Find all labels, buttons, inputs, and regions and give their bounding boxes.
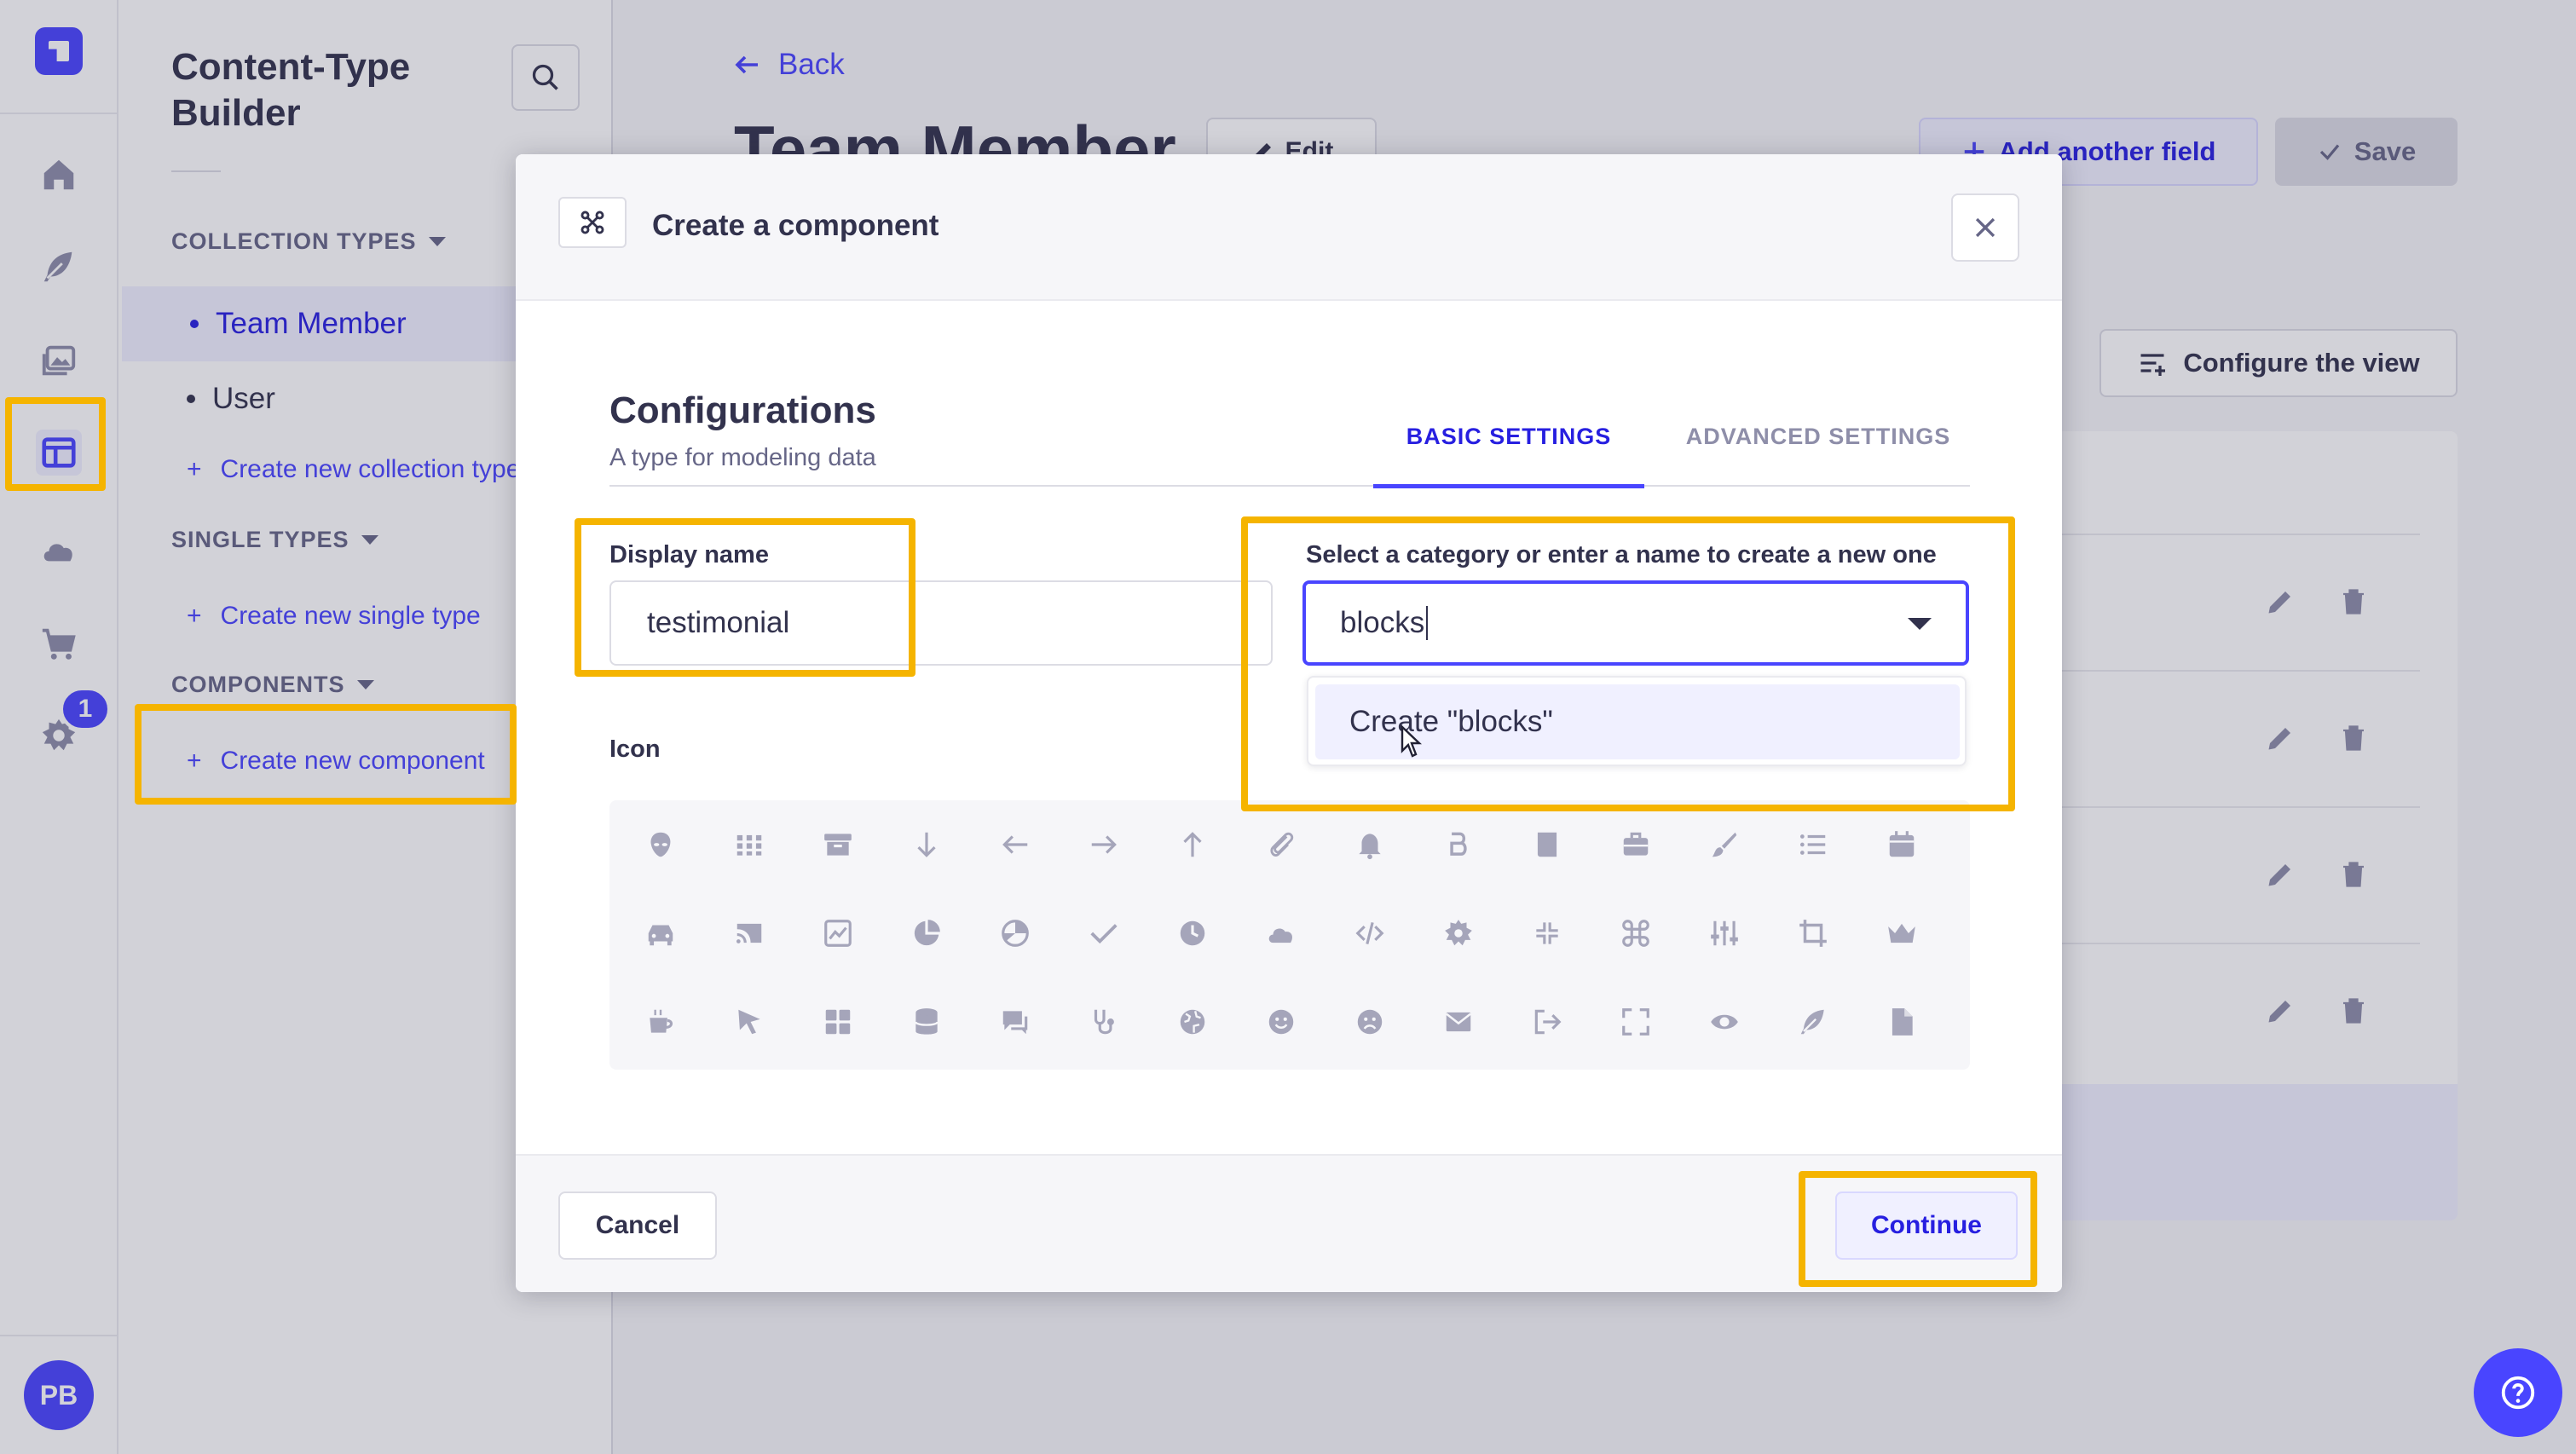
- display-name-value: testimonial: [647, 606, 790, 639]
- archive-icon[interactable]: [812, 819, 863, 870]
- clock-icon[interactable]: [1167, 908, 1218, 959]
- cog-icon[interactable]: [1433, 908, 1484, 959]
- arrow-right-icon[interactable]: [1078, 819, 1129, 870]
- component-icon: [558, 197, 627, 248]
- mouse-pointer-icon: [1401, 725, 1423, 758]
- category-value: blocks: [1340, 606, 1425, 639]
- display-name-label: Display name: [609, 541, 769, 568]
- modal-header: Create a component: [516, 154, 2062, 301]
- cancel-button[interactable]: Cancel: [558, 1191, 717, 1260]
- text-cursor: [1426, 606, 1429, 640]
- code-icon[interactable]: [1344, 908, 1395, 959]
- file-icon[interactable]: [1876, 996, 1927, 1047]
- crop-icon[interactable]: [1788, 908, 1839, 959]
- close-modal-button[interactable]: [1951, 193, 2019, 262]
- tab-advanced-settings[interactable]: ADVANCED SETTINGS: [1665, 424, 1972, 488]
- arrow-up-icon[interactable]: [1167, 819, 1218, 870]
- create-component-modal: Create a component Configurations A type…: [516, 154, 2062, 1292]
- sad-icon[interactable]: [1344, 996, 1395, 1047]
- caret-down-icon[interactable]: [1908, 618, 1932, 630]
- feather-icon[interactable]: [1788, 996, 1839, 1047]
- chart-circle-icon[interactable]: [901, 908, 952, 959]
- briefcase-icon[interactable]: [1610, 819, 1661, 870]
- category-combobox[interactable]: blocks: [1302, 580, 1969, 666]
- continue-button[interactable]: Continue: [1835, 1191, 2018, 1260]
- stethoscope-icon[interactable]: [1078, 996, 1129, 1047]
- category-label: Select a category or enter a name to cre…: [1306, 541, 1937, 568]
- icon-label: Icon: [609, 736, 661, 763]
- check-icon[interactable]: [1078, 908, 1129, 959]
- exit-icon[interactable]: [1522, 996, 1573, 1047]
- tab-basic-settings[interactable]: BASIC SETTINGS: [1373, 424, 1644, 488]
- configurations-title: Configurations: [609, 389, 876, 431]
- sliders-icon[interactable]: [1699, 908, 1750, 959]
- arrow-down-icon[interactable]: [901, 819, 952, 870]
- discuss-icon[interactable]: [990, 996, 1041, 1047]
- dashboard-icon[interactable]: [812, 996, 863, 1047]
- bullet-list-icon[interactable]: [1788, 819, 1839, 870]
- book-icon[interactable]: [1522, 819, 1573, 870]
- chart-pie-icon[interactable]: [990, 908, 1041, 959]
- collapse-icon[interactable]: [1522, 908, 1573, 959]
- close-icon: [1975, 217, 1996, 238]
- cursor-icon[interactable]: [724, 996, 775, 1047]
- earth-icon[interactable]: [1167, 996, 1218, 1047]
- crown-icon[interactable]: [1876, 908, 1927, 959]
- configurations-subtitle: A type for modeling data: [609, 444, 876, 471]
- display-name-input[interactable]: testimonial: [609, 580, 1273, 666]
- eye-icon[interactable]: [1699, 996, 1750, 1047]
- cast-icon[interactable]: [724, 908, 775, 959]
- database-icon[interactable]: [901, 996, 952, 1047]
- brush-icon[interactable]: [1699, 819, 1750, 870]
- question-icon: [2501, 1376, 2535, 1410]
- coffee-icon[interactable]: [635, 996, 686, 1047]
- alien-icon[interactable]: [635, 819, 686, 870]
- help-button[interactable]: [2474, 1348, 2562, 1437]
- arrow-left-icon[interactable]: [990, 819, 1041, 870]
- modal-title: Create a component: [652, 209, 939, 242]
- expand-icon[interactable]: [1610, 996, 1661, 1047]
- bell-icon[interactable]: [1344, 819, 1395, 870]
- bold-icon[interactable]: [1433, 819, 1484, 870]
- paperclip-icon[interactable]: [1256, 819, 1307, 870]
- smile-icon[interactable]: [1256, 996, 1307, 1047]
- grid-icon[interactable]: [724, 819, 775, 870]
- icon-picker-grid: [609, 800, 1970, 1070]
- envelope-icon[interactable]: [1433, 996, 1484, 1047]
- chart-box-icon[interactable]: [812, 908, 863, 959]
- calendar-icon[interactable]: [1876, 819, 1927, 870]
- cloud-icon[interactable]: [1256, 908, 1307, 959]
- command-icon[interactable]: [1610, 908, 1661, 959]
- car-icon[interactable]: [635, 908, 686, 959]
- modal-footer: Cancel Continue: [516, 1154, 2062, 1292]
